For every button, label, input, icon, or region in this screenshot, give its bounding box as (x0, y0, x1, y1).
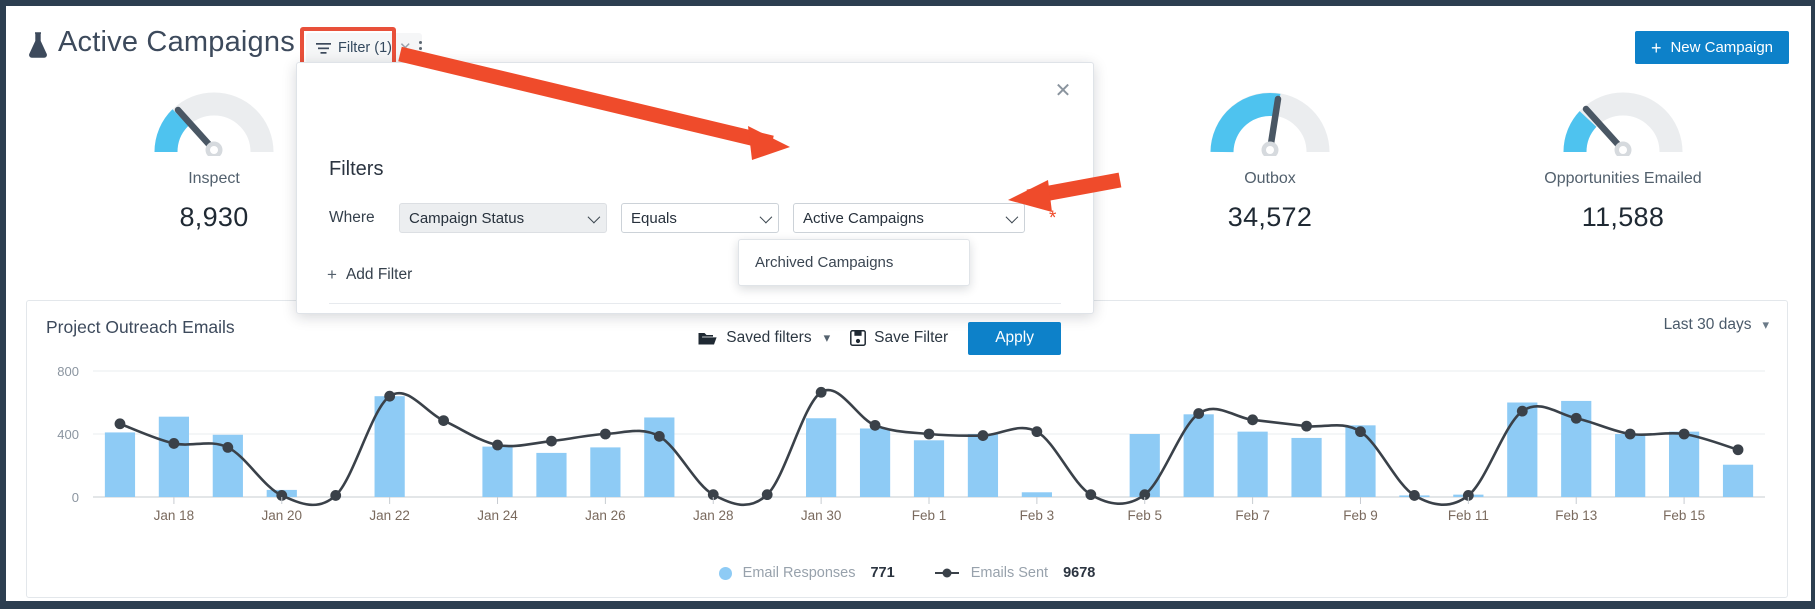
close-icon[interactable]: ✕ (1051, 79, 1075, 103)
filter-condition-row: Where Campaign Status Equals Active Camp… (329, 203, 1056, 233)
kpi-label: Outbox (1244, 170, 1296, 187)
gauge-opportunities-emailed (1563, 86, 1683, 159)
filter-field-select[interactable]: Campaign Status (399, 203, 607, 233)
svg-text:Feb 9: Feb 9 (1343, 508, 1378, 523)
filter-chip-label: Filter (1) (338, 40, 392, 56)
svg-text:Jan 28: Jan 28 (693, 508, 734, 523)
legend-label-email-responses: Email Responses (742, 565, 856, 581)
legend-label-emails-sent: Emails Sent (970, 565, 1049, 581)
filter-value-select-wrap: Active Campaigns (793, 203, 1025, 233)
chart-legend: Email Responses 771 Emails Sent 9678 (27, 565, 1787, 581)
flask-icon (29, 32, 47, 58)
add-filter-button[interactable]: + Add Filter (327, 265, 412, 285)
svg-text:Feb 11: Feb 11 (1448, 508, 1489, 523)
kpi-card-opportunities-emailed[interactable]: Opportunities Emailed 11,588 (1493, 86, 1753, 233)
plus-icon: + (327, 265, 337, 284)
more-vertical-icon[interactable] (409, 34, 431, 62)
save-filter-button[interactable]: Save Filter (850, 329, 948, 347)
floppy-disk-icon (850, 330, 867, 346)
chevron-down-icon: ▾ (1762, 317, 1769, 332)
new-campaign-button[interactable]: + New Campaign (1634, 31, 1789, 64)
window-chrome-bottom (0, 601, 1815, 609)
filter-icon (316, 42, 331, 54)
kpi-value: 11,588 (1581, 202, 1665, 232)
chart-plot-area: 0 400 800 Jan 18 Jan 20 Jan 22 Jan 24 Jan 26 Jan… (27, 353, 1789, 543)
saved-filters-button[interactable]: Saved filters ▾ (698, 329, 830, 347)
new-campaign-label: New Campaign (1670, 39, 1773, 56)
svg-text:Jan 26: Jan 26 (585, 508, 626, 523)
chevron-down-icon: ▾ (823, 330, 831, 345)
save-filter-label: Save Filter (874, 329, 949, 346)
legend-value-emails-sent: 9678 (1063, 565, 1096, 581)
filter-chip-button[interactable]: Filter (1) ✕ (306, 33, 422, 63)
svg-text:Feb 7: Feb 7 (1235, 508, 1270, 523)
add-filter-label: Add Filter (345, 266, 413, 283)
filter-operator-select[interactable]: Equals (621, 203, 779, 233)
svg-text:Jan 20: Jan 20 (262, 508, 303, 523)
app-root: Active Campaigns Filter (1) ✕ + New Camp… (0, 0, 1815, 609)
filter-value-dropdown-menu: Archived Campaigns (738, 239, 970, 286)
svg-text:800: 800 (57, 364, 79, 379)
filters-popover-title: Filters (329, 158, 384, 180)
apply-button[interactable]: Apply (968, 321, 1061, 355)
filter-value-select[interactable]: Active Campaigns (793, 203, 1025, 233)
filters-popover: ✕ Filters Where Campaign Status Equals A… (296, 62, 1094, 355)
dropdown-option-archived-campaigns[interactable]: Archived Campaigns (739, 248, 969, 277)
filter-field-select-wrap: Campaign Status (399, 203, 607, 233)
svg-text:Feb 15: Feb 15 (1663, 508, 1705, 523)
kpi-label: Opportunities Emailed (1544, 170, 1702, 187)
legend-marker-email-responses (718, 566, 732, 580)
where-label: Where (329, 209, 375, 226)
popover-actions: Saved filters ▾ Save Filter Apply (698, 321, 1061, 355)
date-range-label: Last 30 days (1663, 316, 1752, 333)
saved-filters-label: Saved filters (726, 329, 812, 346)
svg-text:Jan 24: Jan 24 (477, 508, 518, 523)
svg-text:Feb 1: Feb 1 (912, 508, 947, 523)
filter-operator-select-wrap: Equals (621, 203, 779, 233)
plus-icon: + (1650, 37, 1662, 58)
chart-title: Project Outreach Emails (46, 317, 235, 337)
window-chrome-right (1811, 0, 1815, 609)
svg-text:Jan 22: Jan 22 (369, 508, 410, 523)
folder-icon (698, 332, 717, 344)
popover-divider (329, 303, 1061, 304)
svg-text:Feb 13: Feb 13 (1555, 508, 1597, 523)
page-title: Active Campaigns (58, 26, 295, 58)
combo-chart: 0 400 800 Jan 18 Jan 20 Jan 22 Jan 24 Jan 26 Jan… (57, 364, 1765, 523)
kpi-card-outbox[interactable]: Outbox 34,572 (1140, 86, 1400, 233)
svg-text:Jan 30: Jan 30 (801, 508, 842, 523)
legend-marker-emails-sent (934, 567, 960, 579)
gauge-outbox (1210, 86, 1330, 159)
kpi-value: 34,572 (1227, 202, 1313, 232)
required-asterisk: * (1049, 207, 1057, 229)
svg-text:Jan 18: Jan 18 (154, 508, 195, 523)
gauge-inspect (154, 86, 274, 159)
svg-text:0: 0 (72, 490, 79, 505)
svg-text:Feb 5: Feb 5 (1127, 508, 1162, 523)
date-range-selector[interactable]: Last 30 days ▾ (1664, 316, 1769, 334)
legend-value-email-responses: 771 (870, 565, 895, 581)
svg-text:Feb 3: Feb 3 (1020, 508, 1055, 523)
svg-text:400: 400 (57, 427, 79, 442)
